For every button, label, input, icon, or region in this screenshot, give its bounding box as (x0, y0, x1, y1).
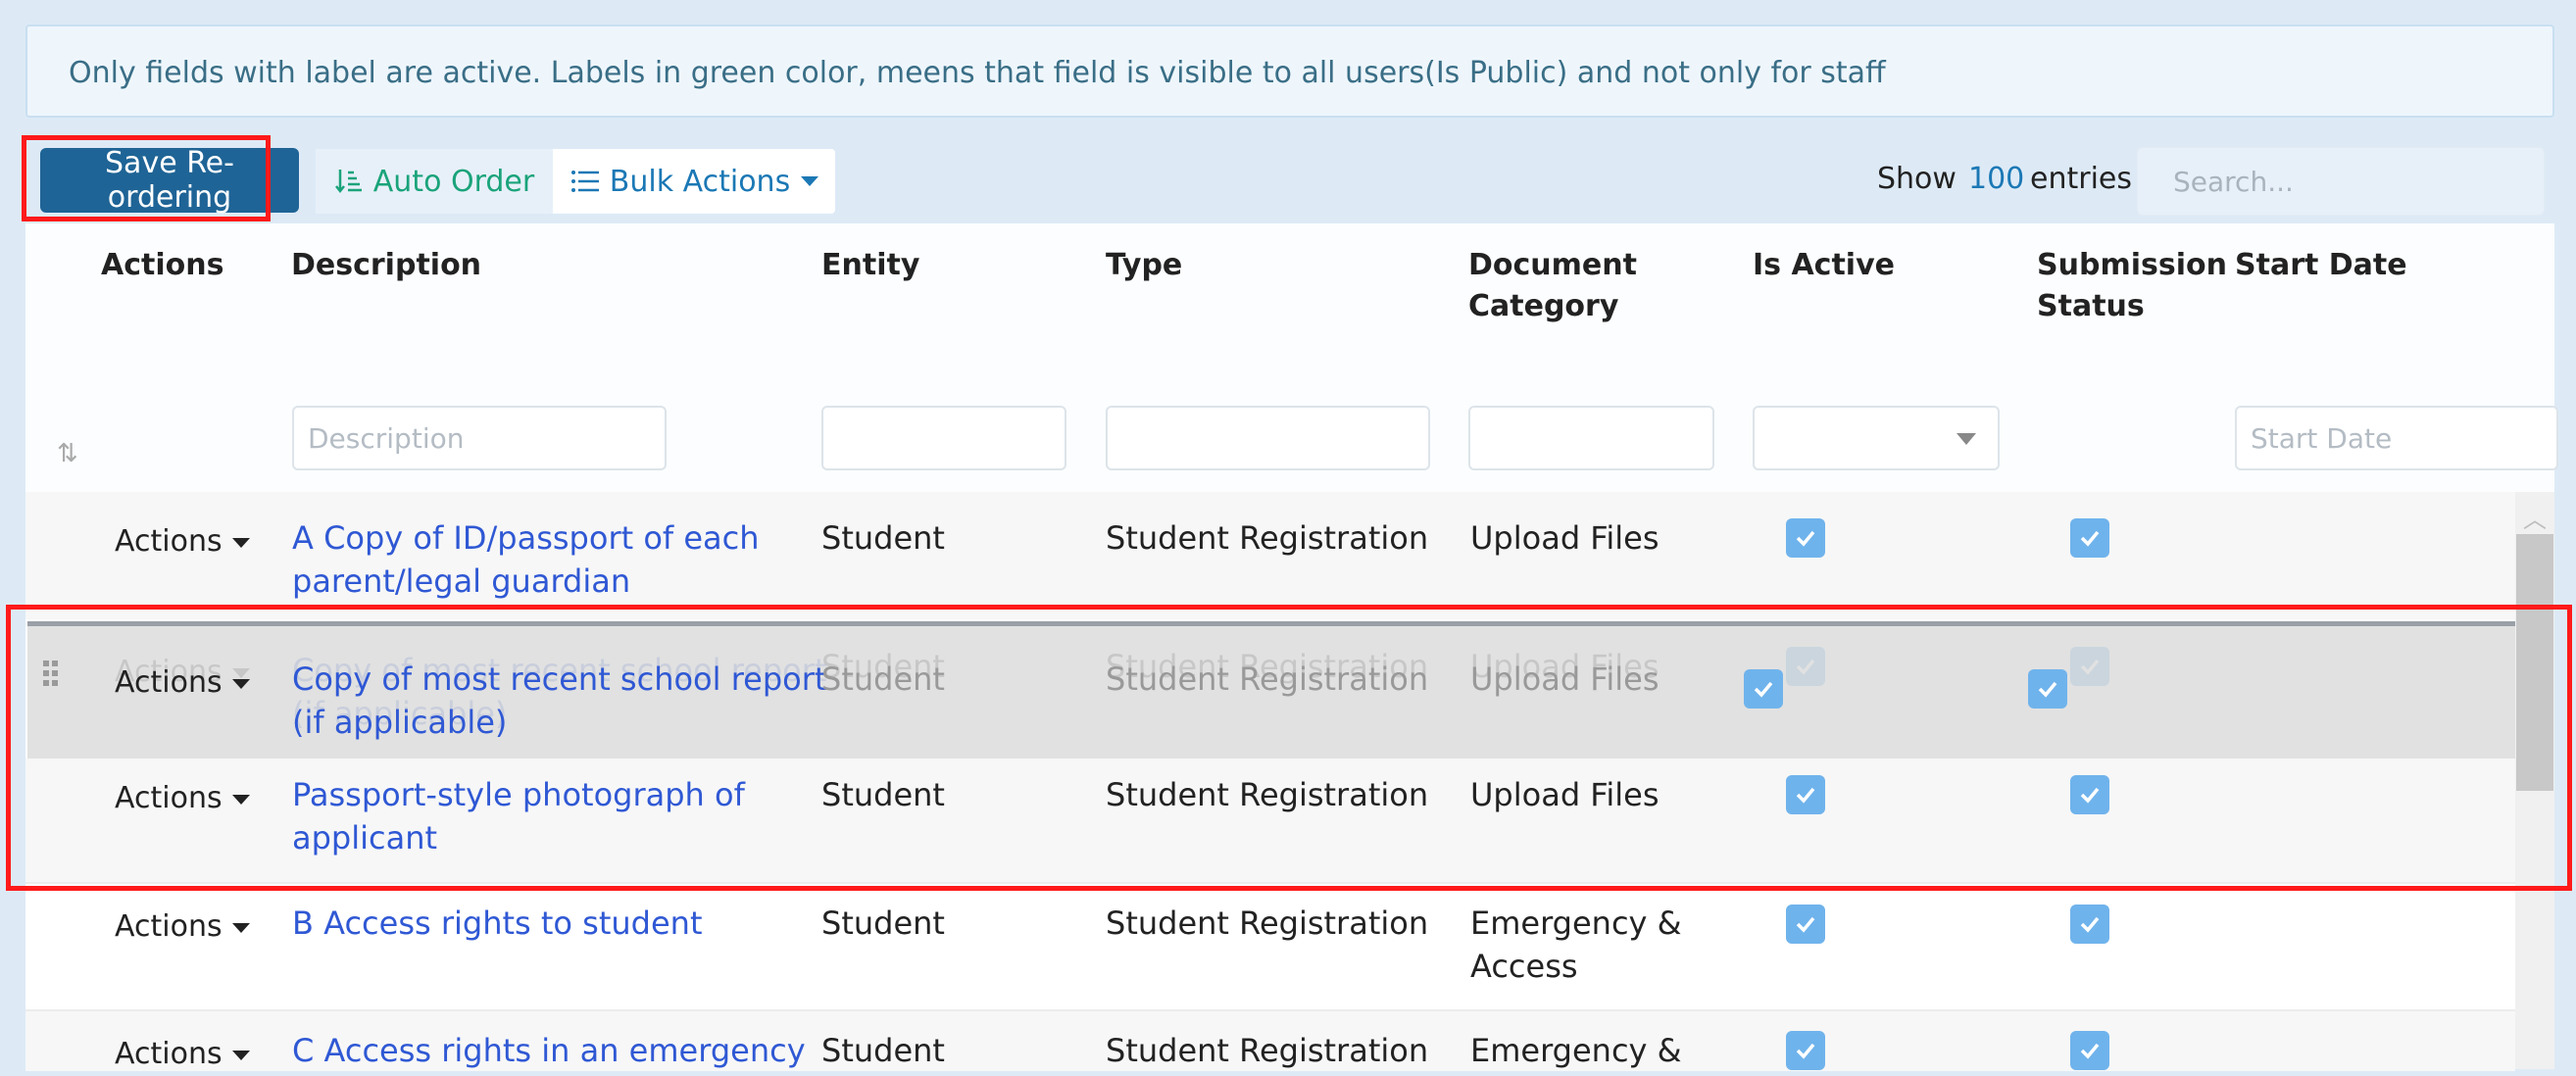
header-start-date[interactable]: Start Date (2235, 245, 2407, 286)
header-type[interactable]: Type (1106, 245, 1182, 286)
row-document-category: Upload Files (1470, 519, 1660, 557)
check-icon (1796, 916, 1815, 933)
row-description-line2: parent/legal guardian (292, 562, 631, 600)
row-description-link[interactable]: C Access rights in an emergency (292, 1029, 806, 1072)
check-icon (2080, 1043, 2100, 1059)
list-icon (570, 171, 599, 192)
header-description[interactable]: Description (291, 245, 481, 286)
row-type: Student Registration (1106, 1032, 1429, 1069)
row-description-link[interactable]: A Copy of ID/passport of each parent/leg… (292, 516, 760, 603)
row-actions-dropdown[interactable]: Actions (115, 1033, 250, 1076)
header-actions[interactable]: Actions (101, 245, 223, 286)
document-category-filter-input[interactable] (1468, 406, 1714, 470)
row-document-category: Upload Files (1470, 776, 1660, 813)
type-filter-input[interactable] (1106, 406, 1430, 470)
dragging-row-submission-status-checkbox[interactable] (2028, 669, 2067, 709)
row-document-category-line1: Emergency & (1470, 905, 1682, 942)
row-description-link[interactable]: B Access rights to student (292, 902, 703, 945)
dragging-row-description-line2: (if applicable) (292, 704, 508, 741)
save-reordering-button[interactable]: Save Re-ordering (40, 146, 299, 215)
auto-order-label: Auto Order (372, 164, 535, 199)
row-actions-dropdown[interactable]: Actions (115, 777, 250, 820)
check-icon (1796, 530, 1815, 547)
row-actions-dropdown[interactable]: Actions (115, 905, 250, 949)
row-document-category: Emergency & (1470, 1032, 1682, 1069)
description-filter-input[interactable] (292, 406, 667, 470)
row-entity: Student (821, 1032, 945, 1069)
row-is-active-checkbox[interactable] (1786, 905, 1825, 944)
dragging-row-type: Student Registration (1106, 660, 1429, 698)
bulk-actions-label: Bulk Actions (609, 164, 791, 199)
check-icon (1796, 1043, 1815, 1059)
row-actions-dropdown[interactable]: Actions (115, 520, 250, 563)
check-icon (1754, 681, 1773, 698)
dragging-row-description-link[interactable]: Copy of most recent school report (if ap… (292, 658, 826, 744)
row-is-active-checkbox[interactable] (1786, 1031, 1825, 1070)
scrollbar-thumb[interactable] (2516, 534, 2553, 791)
show-label: Show (1877, 162, 1957, 196)
row-is-active-checkbox[interactable] (1786, 775, 1825, 814)
search-input[interactable] (2137, 147, 2545, 216)
row-submission-status-checkbox[interactable] (2070, 775, 2109, 814)
dragging-row-entity: Student (821, 660, 945, 698)
row-document-category: Emergency & Access (1470, 902, 1682, 988)
header-submission-status-line2: Status (2037, 289, 2145, 323)
header-document-category-line2: Category (1468, 289, 1619, 323)
is-active-filter-select[interactable] (1753, 406, 2000, 470)
row-submission-status-checkbox[interactable] (2070, 1031, 2109, 1070)
row-description-line1: A Copy of ID/passport of each (292, 519, 760, 557)
header-document-category-line1: Document (1468, 248, 1637, 282)
scroll-up-icon[interactable]: ︿ (2523, 500, 2547, 534)
row-type: Student Registration (1106, 519, 1429, 557)
row-entity: Student (821, 519, 945, 557)
row-document-category-line2: Access (1470, 948, 1578, 985)
dragging-row-description-line1: Copy of most recent school report (292, 660, 827, 698)
check-icon (2038, 681, 2057, 698)
header-submission-status[interactable]: Submission Status (2037, 245, 2227, 327)
dragging-row-is-active-checkbox[interactable] (1744, 669, 1783, 709)
dragging-row-document-category: Upload Files (1470, 660, 1660, 698)
row-entity: Student (821, 905, 945, 942)
header-submission-status-line1: Submission (2037, 248, 2227, 282)
header-entity[interactable]: Entity (821, 245, 919, 286)
drag-handle-icon[interactable] (41, 659, 61, 688)
check-icon (2080, 530, 2100, 547)
caret-down-icon (801, 176, 819, 186)
check-icon (1796, 787, 1815, 804)
row-submission-status-checkbox[interactable] (2070, 905, 2109, 944)
row-entity: Student (821, 776, 945, 813)
check-icon (2080, 787, 2100, 804)
row-description-link[interactable]: Passport-style photograph of applicant (292, 773, 745, 859)
page-length-select[interactable]: 100 (1968, 162, 2024, 196)
info-notice: Only fields with label are active. Label… (25, 24, 2554, 118)
row-type: Student Registration (1106, 776, 1429, 813)
header-is-active[interactable]: Is Active (1753, 245, 1895, 286)
auto-order-button[interactable]: Auto Order (316, 149, 553, 214)
sort-amount-icon (334, 170, 362, 194)
entity-filter-input[interactable] (821, 406, 1066, 470)
start-date-filter-input[interactable] (2235, 406, 2558, 470)
row-submission-status-checkbox[interactable] (2070, 518, 2109, 558)
row-description-line1: Passport-style photograph of (292, 776, 745, 813)
dragging-row-actions-dropdown[interactable]: Actions (115, 661, 250, 705)
header-document-category[interactable]: Document Category (1468, 245, 1637, 327)
sort-icon[interactable]: ⇅ (57, 439, 78, 468)
bulk-actions-button[interactable]: Bulk Actions (555, 149, 835, 214)
row-type: Student Registration (1106, 905, 1429, 942)
check-icon (2080, 916, 2100, 933)
row-description-line2: applicant (292, 819, 438, 856)
entries-label: entries (2030, 162, 2132, 196)
row-is-active-checkbox[interactable] (1786, 518, 1825, 558)
notice-text: Only fields with label are active. Label… (69, 56, 1886, 90)
